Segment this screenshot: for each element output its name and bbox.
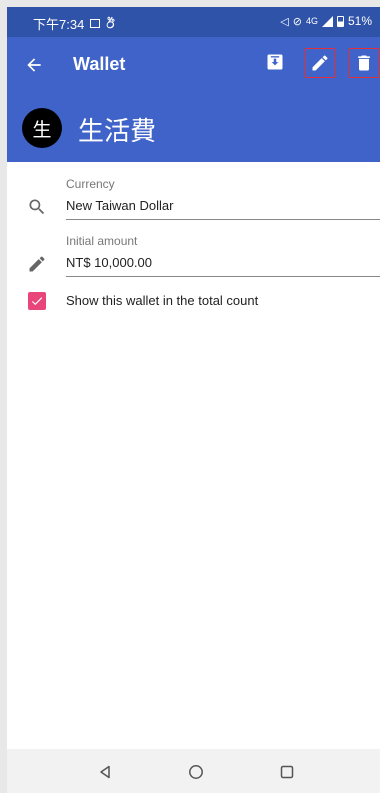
back-button[interactable]	[21, 52, 47, 78]
triangle-back-icon	[100, 765, 110, 779]
battery-icon	[336, 15, 344, 27]
moneybag-notification-icon: ඊ	[106, 15, 115, 31]
app-bar: Wallet 生 生活費	[7, 37, 380, 162]
initial-amount-underline	[66, 276, 380, 277]
status-time: 下午7:34	[33, 17, 85, 32]
image-notification-icon	[90, 19, 101, 28]
initial-amount-field[interactable]: NT$ 10,000.00	[66, 255, 152, 270]
archive-button[interactable]	[262, 49, 288, 75]
pencil-icon	[312, 55, 328, 71]
device-screen: 下午7:34 ඊ ◁ ⊘ 4G 51% Wallet 生 生活費 Currenc…	[7, 7, 380, 793]
mute-icon: ⊘	[292, 15, 302, 28]
arrow-back-icon	[27, 58, 41, 72]
archive-icon	[267, 54, 283, 70]
trash-icon	[358, 55, 370, 71]
pencil-icon	[29, 256, 45, 272]
network-type: 4G	[305, 16, 318, 26]
system-nav-bar	[7, 749, 380, 793]
signal-icon	[321, 15, 333, 27]
square-recents-icon	[280, 765, 294, 779]
amount-edit-icon-wrap	[25, 252, 49, 276]
nav-recents-button[interactable]	[276, 761, 298, 783]
status-bar: 下午7:34 ඊ ◁ ⊘ 4G 51%	[7, 7, 380, 37]
nav-home-button[interactable]	[185, 761, 207, 783]
nav-back-button[interactable]	[94, 761, 116, 783]
show-in-total-checkbox[interactable]	[28, 292, 46, 310]
battery-level: 51%	[347, 14, 372, 28]
currency-field[interactable]: New Taiwan Dollar	[66, 198, 173, 213]
wallet-name: 生活費	[78, 116, 157, 146]
currency-underline	[66, 219, 380, 220]
search-icon	[29, 199, 45, 215]
checkmark-icon	[31, 297, 43, 306]
speaker-icon: ◁	[280, 15, 289, 28]
delete-button[interactable]	[349, 48, 379, 78]
currency-search-button[interactable]	[25, 195, 49, 219]
currency-label: Currency	[66, 177, 115, 191]
page-title: Wallet	[73, 54, 126, 74]
show-in-total-label: Show this wallet in the total count	[66, 293, 259, 308]
circle-home-icon	[189, 765, 203, 779]
wallet-avatar: 生	[22, 108, 62, 148]
edit-button[interactable]	[305, 48, 335, 78]
initial-amount-label: Initial amount	[66, 234, 138, 248]
